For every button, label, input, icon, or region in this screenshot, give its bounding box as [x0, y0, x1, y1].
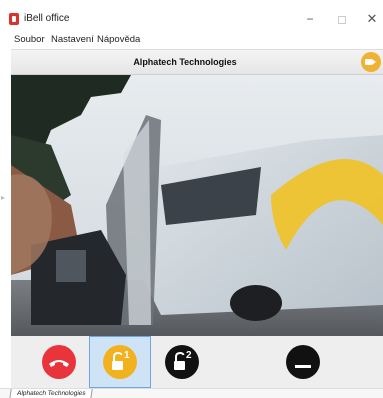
- unlock-2-icon: 2: [165, 345, 199, 379]
- menu-item-napoveda[interactable]: Nápověda: [97, 34, 140, 45]
- video-camera-icon[interactable]: [361, 52, 381, 72]
- phone-hangup-icon: [42, 345, 76, 379]
- unlock-1-icon: 1: [103, 345, 137, 379]
- maximize-button[interactable]: [329, 9, 355, 29]
- mute-button[interactable]: [272, 336, 334, 388]
- close-button[interactable]: ✕: [359, 9, 383, 29]
- minimize-button[interactable]: −: [297, 9, 323, 29]
- caller-name: Alphatech Technologies: [133, 57, 237, 67]
- call-controls: 1 2: [11, 336, 383, 388]
- menu-item-nastaveni[interactable]: Nastavení: [51, 34, 94, 45]
- sidebar-toggle-arrow-icon[interactable]: ▸: [1, 193, 9, 202]
- unlock-door-1-button[interactable]: 1: [89, 336, 151, 388]
- app-icon: [9, 13, 19, 25]
- maximize-icon: [338, 15, 346, 24]
- status-bar: Alphatech Technologies: [0, 388, 383, 398]
- lock1-number: 1: [124, 350, 130, 361]
- window-title: iBell office: [24, 13, 70, 24]
- connection-tab[interactable]: Alphatech Technologies: [9, 389, 93, 398]
- unlock-door-2-button[interactable]: 2: [151, 336, 213, 388]
- title-bar: iBell office − ✕: [0, 0, 383, 32]
- menu-item-soubor[interactable]: Soubor: [14, 34, 45, 45]
- call-header: Alphatech Technologies: [11, 49, 383, 75]
- hangup-button[interactable]: [28, 336, 90, 388]
- menu-bar: Soubor Nastavení Nápověda: [0, 32, 383, 47]
- camera-image: [11, 75, 383, 336]
- video-feed: [11, 75, 383, 336]
- lock2-number: 2: [186, 350, 192, 361]
- mute-icon: [286, 345, 320, 379]
